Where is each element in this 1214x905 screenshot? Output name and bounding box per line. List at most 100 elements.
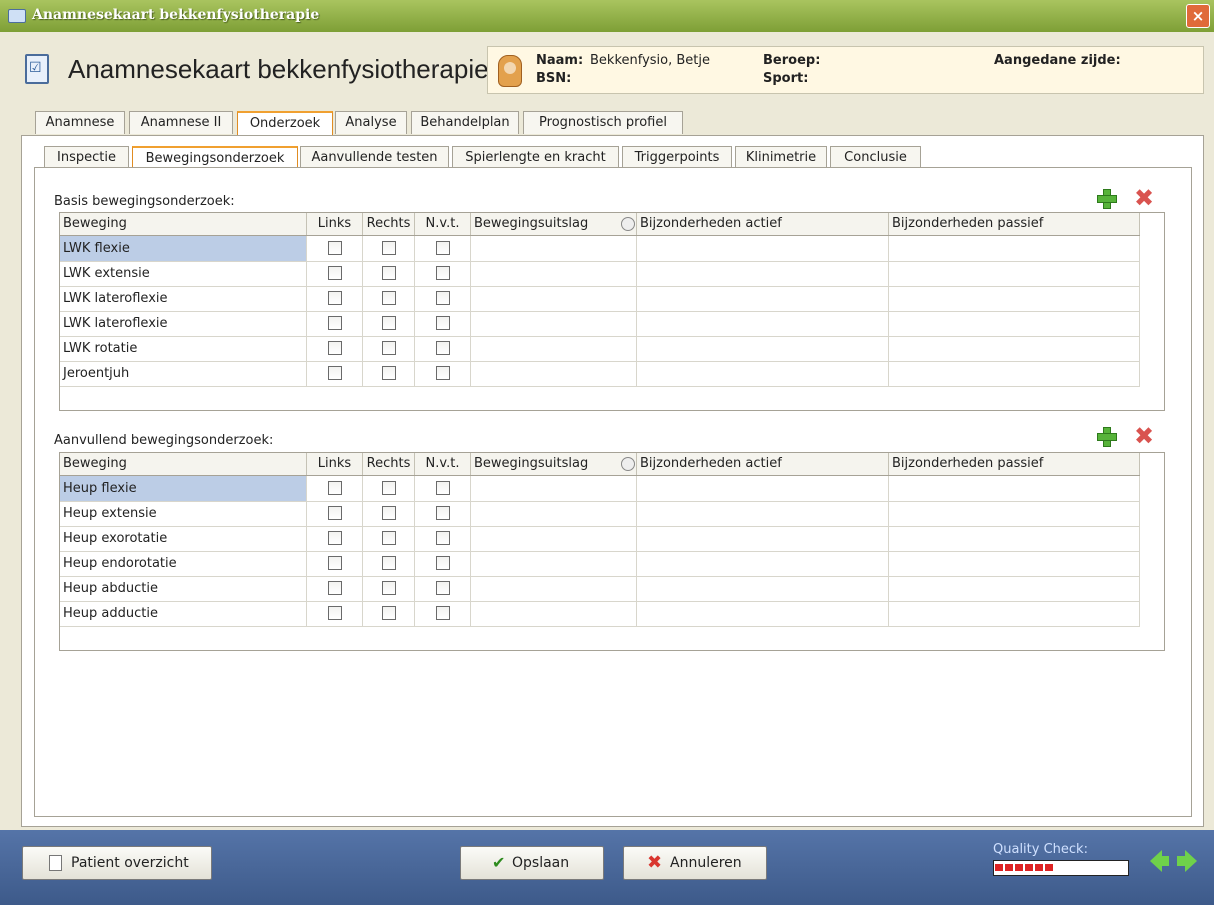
cell-rechts[interactable] <box>363 526 415 551</box>
cell-bijzonderheden-passief[interactable] <box>889 501 1140 526</box>
cell-bijzonderheden-actief[interactable] <box>637 336 889 361</box>
cell-links[interactable] <box>307 476 363 501</box>
cell-bijzonderheden-passief[interactable] <box>889 311 1140 336</box>
cell-links[interactable] <box>307 286 363 311</box>
checkbox-nvt[interactable] <box>436 556 450 570</box>
cell-bewegingsuitslag[interactable] <box>471 361 637 386</box>
cell-bijzonderheden-passief[interactable] <box>889 261 1140 286</box>
table-row[interactable]: Heup extensie <box>60 501 1140 527</box>
column-header-rechts[interactable]: Rechts <box>363 213 415 235</box>
column-header-rechts[interactable]: Rechts <box>363 453 415 475</box>
cell-links[interactable] <box>307 576 363 601</box>
checkbox-rechts[interactable] <box>382 556 396 570</box>
cell-bewegingsuitslag[interactable] <box>471 236 637 261</box>
cell-bewegingsuitslag[interactable] <box>471 526 637 551</box>
checkbox-nvt[interactable] <box>436 506 450 520</box>
next-arrow-icon[interactable] <box>1185 850 1197 872</box>
cell-beweging[interactable]: Heup abductie <box>60 576 307 601</box>
cell-bijzonderheden-passief[interactable] <box>889 236 1140 261</box>
cell-bewegingsuitslag[interactable] <box>471 261 637 286</box>
checkbox-nvt[interactable] <box>436 366 450 380</box>
column-header-bewegingsuitslag[interactable]: Bewegingsuitslag <box>471 453 637 475</box>
checkbox-links[interactable] <box>328 341 342 355</box>
cell-bijzonderheden-passief[interactable] <box>889 576 1140 601</box>
close-button[interactable]: × <box>1186 4 1210 28</box>
checkbox-links[interactable] <box>328 581 342 595</box>
cell-bewegingsuitslag[interactable] <box>471 286 637 311</box>
cell-bijzonderheden-actief[interactable] <box>637 576 889 601</box>
cell-bijzonderheden-passief[interactable] <box>889 286 1140 311</box>
cell-beweging[interactable]: LWK extensie <box>60 261 307 286</box>
checkbox-rechts[interactable] <box>382 531 396 545</box>
cell-bewegingsuitslag[interactable] <box>471 576 637 601</box>
column-header-beweging[interactable]: Beweging <box>60 453 307 475</box>
column-header-bewegingsuitslag[interactable]: Bewegingsuitslag <box>471 213 637 235</box>
cell-bijzonderheden-passief[interactable] <box>889 601 1140 626</box>
cell-links[interactable] <box>307 261 363 286</box>
cell-nvt[interactable] <box>415 501 471 526</box>
tab-anamnese[interactable]: Anamnese <box>35 111 125 134</box>
cancel-button[interactable]: ✖ Annuleren <box>623 846 767 880</box>
checkbox-rechts[interactable] <box>382 316 396 330</box>
column-header-nvt[interactable]: N.v.t. <box>415 453 471 475</box>
cell-nvt[interactable] <box>415 261 471 286</box>
subtab-spierlengte-en-kracht[interactable]: Spierlengte en kracht <box>452 146 619 168</box>
subtab-inspectie[interactable]: Inspectie <box>44 146 129 168</box>
subtab-triggerpoints[interactable]: Triggerpoints <box>622 146 732 168</box>
cell-rechts[interactable] <box>363 601 415 626</box>
checkbox-nvt[interactable] <box>436 581 450 595</box>
cell-beweging[interactable]: Heup endorotatie <box>60 551 307 576</box>
checkbox-rechts[interactable] <box>382 366 396 380</box>
cell-bijzonderheden-passief[interactable] <box>889 551 1140 576</box>
cell-links[interactable] <box>307 551 363 576</box>
cell-bijzonderheden-actief[interactable] <box>637 476 889 501</box>
cell-rechts[interactable] <box>363 311 415 336</box>
table-row[interactable]: LWK extensie <box>60 261 1140 287</box>
table-row[interactable]: Heup endorotatie <box>60 551 1140 577</box>
cell-beweging[interactable]: LWK lateroflexie <box>60 311 307 336</box>
cell-beweging[interactable]: LWK lateroflexie <box>60 286 307 311</box>
cell-links[interactable] <box>307 311 363 336</box>
table-row[interactable]: LWK lateroflexie <box>60 286 1140 312</box>
cell-links[interactable] <box>307 601 363 626</box>
column-header-nvt[interactable]: N.v.t. <box>415 213 471 235</box>
table-row[interactable]: Heup flexie <box>60 476 1140 502</box>
checkbox-links[interactable] <box>328 366 342 380</box>
checkbox-nvt[interactable] <box>436 291 450 305</box>
column-header-bijzonderheden-passief[interactable]: Bijzonderheden passief <box>889 213 1140 235</box>
cell-bijzonderheden-actief[interactable] <box>637 501 889 526</box>
checkbox-links[interactable] <box>328 291 342 305</box>
cell-nvt[interactable] <box>415 361 471 386</box>
cell-bijzonderheden-actief[interactable] <box>637 601 889 626</box>
checkbox-links[interactable] <box>328 556 342 570</box>
basis-add-icon[interactable] <box>1096 188 1117 209</box>
save-button[interactable]: ✔ Opslaan <box>460 846 604 880</box>
cell-beweging[interactable]: Heup extensie <box>60 501 307 526</box>
tab-behandelplan[interactable]: Behandelplan <box>411 111 519 134</box>
checkbox-links[interactable] <box>328 316 342 330</box>
cell-rechts[interactable] <box>363 261 415 286</box>
checkbox-nvt[interactable] <box>436 341 450 355</box>
checkbox-links[interactable] <box>328 481 342 495</box>
cell-bijzonderheden-actief[interactable] <box>637 311 889 336</box>
cell-rechts[interactable] <box>363 361 415 386</box>
cell-bijzonderheden-actief[interactable] <box>637 261 889 286</box>
title-bar[interactable]: Anamnesekaart bekkenfysiotherapie × <box>0 0 1214 32</box>
cell-bijzonderheden-actief[interactable] <box>637 361 889 386</box>
cell-bijzonderheden-passief[interactable] <box>889 526 1140 551</box>
table-row[interactable]: LWK flexie <box>60 236 1140 262</box>
subtab-conclusie[interactable]: Conclusie <box>830 146 921 168</box>
checkbox-rechts[interactable] <box>382 241 396 255</box>
patient-overzicht-button[interactable]: Patient overzicht <box>22 846 212 880</box>
cell-links[interactable] <box>307 336 363 361</box>
checkbox-links[interactable] <box>328 606 342 620</box>
checkbox-nvt[interactable] <box>436 531 450 545</box>
cell-beweging[interactable]: LWK rotatie <box>60 336 307 361</box>
cell-links[interactable] <box>307 361 363 386</box>
basis-delete-icon[interactable]: ✖ <box>1133 186 1155 210</box>
checkbox-rechts[interactable] <box>382 266 396 280</box>
column-header-bijzonderheden-actief[interactable]: Bijzonderheden actief <box>637 213 889 235</box>
cell-bijzonderheden-actief[interactable] <box>637 236 889 261</box>
tab-onderzoek[interactable]: Onderzoek <box>237 111 333 136</box>
cell-nvt[interactable] <box>415 476 471 501</box>
